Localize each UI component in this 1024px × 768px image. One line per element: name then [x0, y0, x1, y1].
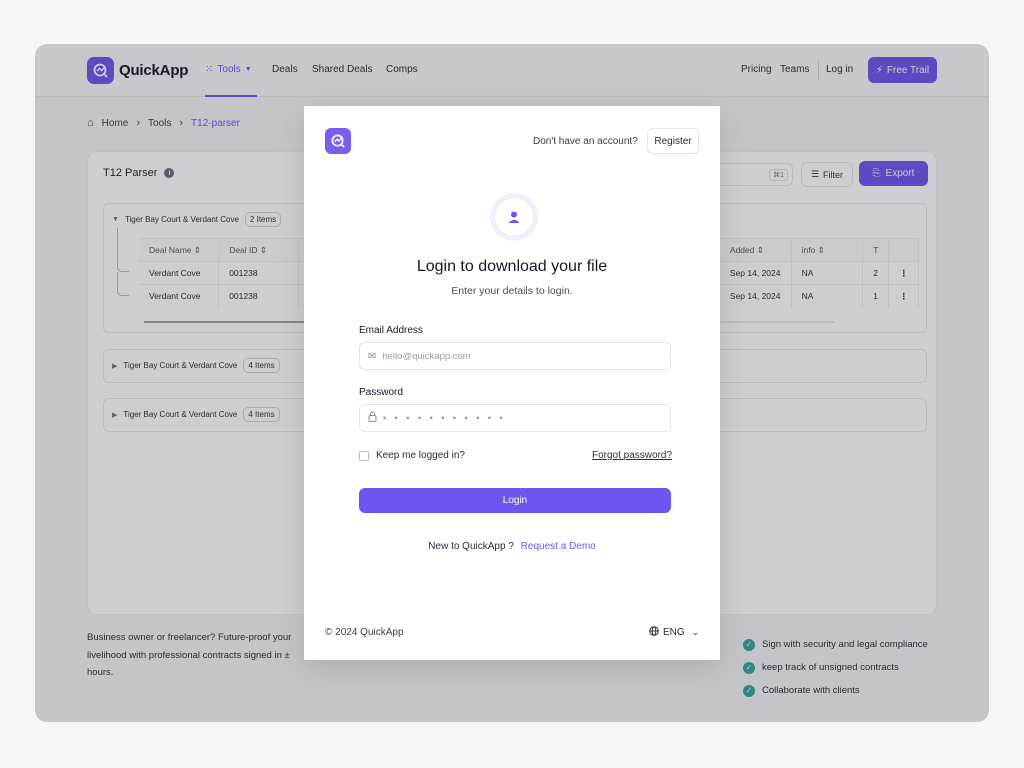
- register-button[interactable]: Register: [647, 128, 699, 154]
- request-demo-link[interactable]: Request a Demo: [521, 541, 596, 552]
- password-label: Password: [359, 387, 403, 398]
- login-modal: Don't have an account? Register Login to…: [304, 106, 720, 660]
- modal-subtitle: Enter your details to login.: [451, 285, 573, 297]
- user-avatar: [490, 193, 538, 241]
- forgot-password-link[interactable]: Forgot password?: [592, 450, 672, 461]
- modal-title: Login to download your file: [416, 258, 608, 275]
- email-placeholder: hello@quickapp.com: [382, 350, 471, 362]
- user-icon: [494, 197, 534, 237]
- lock-icon: [368, 411, 377, 425]
- remember-label: Keep me logged in?: [376, 450, 465, 461]
- language-label: ENG: [663, 627, 685, 638]
- language-selector[interactable]: ENG ⌄: [649, 626, 699, 639]
- globe-icon: [649, 626, 659, 639]
- login-button[interactable]: Login: [359, 488, 671, 513]
- signup-prompt: New to QuickApp ? Request a Demo: [304, 541, 720, 552]
- password-field[interactable]: • • • • • • • • • • •: [359, 404, 671, 432]
- remember-me[interactable]: Keep me logged in?: [359, 450, 465, 461]
- copyright: © 2024 QuickApp: [325, 627, 404, 638]
- chevron-down-icon: ⌄: [691, 627, 700, 637]
- mail-icon: ✉: [368, 350, 377, 362]
- remember-checkbox[interactable]: [359, 450, 369, 461]
- email-label: Email Address: [359, 325, 423, 336]
- modal-overlay: Don't have an account? Register Login to…: [0, 0, 1024, 768]
- no-account-text: Don't have an account?: [533, 136, 638, 147]
- email-field[interactable]: ✉ hello@quickapp.com: [359, 342, 671, 370]
- password-mask: • • • • • • • • • • •: [383, 413, 506, 423]
- quickapp-logo-icon: [325, 128, 351, 154]
- new-to-text: New to QuickApp ?: [428, 541, 514, 552]
